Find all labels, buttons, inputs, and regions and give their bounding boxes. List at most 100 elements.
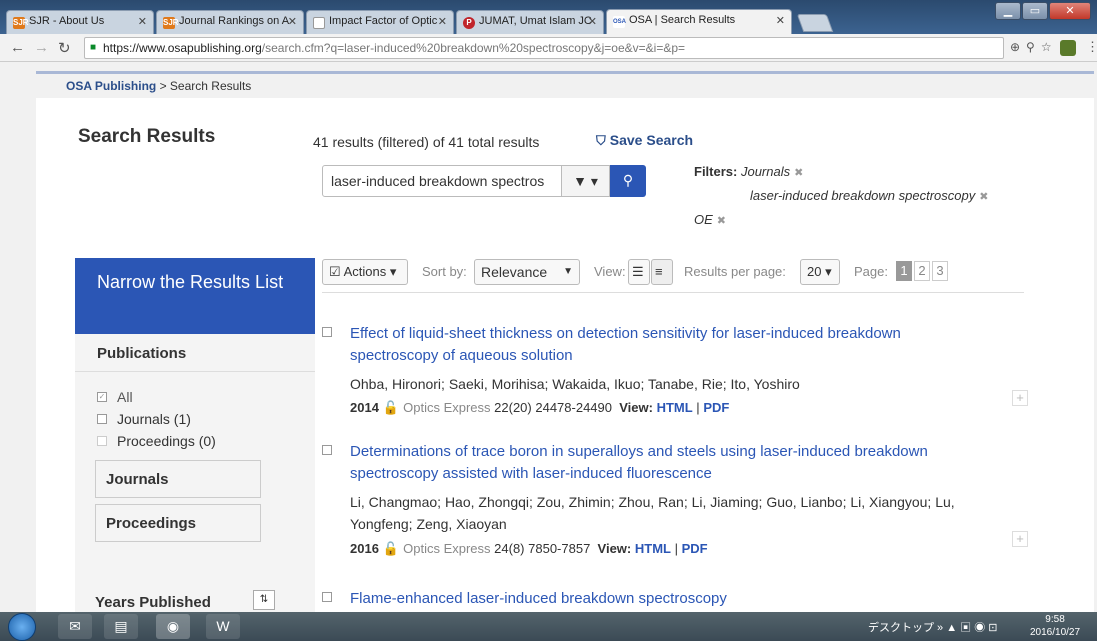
proceedings-button[interactable]: Proceedings [95, 504, 261, 542]
list-view-icon[interactable]: ☰ [628, 259, 650, 285]
minimize-icon[interactable]: ▁ [995, 2, 1021, 20]
result-journal: Optics Express [403, 541, 491, 556]
result-checkbox[interactable] [322, 445, 332, 455]
remove-filter-icon[interactable]: ✖ [794, 167, 803, 179]
option-proceedings[interactable]: Proceedings (0) [97, 430, 293, 452]
browser-tab-active[interactable]: OSA OSA | Search Results ✕ [606, 9, 792, 34]
tab-close-icon[interactable]: ✕ [776, 14, 785, 27]
breadcrumb-separator: > [156, 79, 170, 93]
per-page-select[interactable]: 20 ▾ [800, 259, 840, 285]
option-label: All [117, 389, 133, 405]
page-2-button[interactable]: 2 [914, 261, 930, 281]
tab-close-icon[interactable]: ✕ [288, 15, 297, 28]
result-title-link[interactable]: Flame-enhanced laser-induced breakdown s… [350, 588, 970, 610]
result-checkbox[interactable] [322, 327, 332, 337]
browser-tab[interactable]: SJR Journal Rankings on A ✕ [156, 10, 304, 34]
page-3-button[interactable]: 3 [932, 261, 948, 281]
journals-button[interactable]: Journals [95, 460, 261, 498]
search-input[interactable] [322, 165, 562, 197]
page-1-button[interactable]: 1 [896, 261, 912, 281]
extension-icon[interactable] [1060, 40, 1076, 56]
option-journals[interactable]: Journals (1) [97, 408, 293, 430]
years-published-heading: Years Published [95, 594, 211, 611]
tab-label: Impact Factor of Optic [329, 15, 438, 27]
tab-close-icon[interactable]: ✕ [588, 15, 597, 28]
search-button[interactable]: ⚲ [610, 165, 646, 197]
tab-close-icon[interactable]: ✕ [138, 15, 147, 28]
sort-value: Relevance [481, 264, 548, 280]
add-plus-icon[interactable]: + [1012, 531, 1028, 547]
tab-label: JUMAT, Umat Islam JC [479, 15, 592, 27]
option-all[interactable]: ✓ All [97, 386, 293, 408]
remove-filter-icon[interactable]: ✖ [979, 191, 988, 203]
add-plus-icon[interactable]: + [1012, 390, 1028, 406]
view-label: View: [594, 264, 626, 279]
checkbox-checked-icon[interactable]: ✓ [97, 392, 107, 402]
results-divider [322, 292, 1024, 293]
filter-dropdown-button[interactable]: ▼ ▾ [562, 165, 610, 197]
lock-icon: ■ [90, 42, 97, 53]
result-citation: 2016 🔓 Optics Express 24(8) 7850-7857 View… [350, 541, 708, 556]
result-title-link[interactable]: Determinations of trace boron in superal… [350, 441, 970, 485]
browser-tab[interactable]: P JUMAT, Umat Islam JC ✕ [456, 10, 604, 34]
result-title-link[interactable]: Effect of liquid-sheet thickness on dete… [350, 323, 970, 367]
compact-view-icon[interactable]: ≡ [651, 259, 673, 285]
view-label: View: [597, 541, 632, 556]
result-authors: Li, Changmao; Hao, Zhongqi; Zou, Zhimin;… [350, 494, 955, 532]
back-arrow-icon[interactable]: ← [10, 39, 25, 56]
save-search-button[interactable]: ⛉ Save Search [596, 132, 693, 149]
save-search-label: Save Search [609, 132, 694, 148]
browser-tab[interactable]: Impact Factor of Optic ✕ [306, 10, 454, 34]
reload-icon[interactable]: ↻ [58, 39, 71, 57]
breadcrumb-home-link[interactable]: OSA Publishing [66, 79, 156, 93]
tab-close-icon[interactable]: ✕ [438, 15, 447, 28]
start-button-icon[interactable] [8, 613, 36, 641]
clock[interactable]: 9:58 2016/10/27 [1030, 613, 1080, 639]
remove-filter-icon[interactable]: ✖ [717, 215, 726, 227]
browser-menu-icon[interactable]: ⋮ [1086, 39, 1097, 55]
window-controls: ▁ ▭ ✕ [994, 2, 1091, 20]
result-authors: Ohba, Hironori; Saeki, Morihisa; Wakaida… [350, 376, 800, 392]
document-favicon-icon [313, 17, 325, 29]
word-icon[interactable]: W [206, 614, 240, 639]
sort-select[interactable]: Relevance ▼ [474, 259, 580, 285]
tab-label: OSA | Search Results [629, 14, 736, 26]
browser-tabstrip: SJR SJR - About Us ✕ SJR Journal Ranking… [0, 0, 1097, 34]
sort-by-label: Sort by: [422, 264, 467, 279]
open-access-icon: 🔓 [382, 400, 400, 415]
address-bar[interactable]: ■ https://www.osapublishing.org/search.c… [84, 37, 1004, 59]
html-link[interactable]: HTML [635, 541, 671, 556]
chrome-icon[interactable]: ◉ [156, 614, 190, 639]
result-checkbox[interactable] [322, 592, 332, 602]
desktop-toolbar-label[interactable]: デスクトップ [868, 622, 934, 634]
page-label: Page: [854, 264, 888, 279]
results-count: 41 results (filtered) of 41 total result… [313, 134, 540, 150]
mail-app-icon[interactable]: ✉ [58, 614, 92, 639]
file-explorer-icon[interactable]: ▤ [104, 614, 138, 639]
osa-favicon-icon: OSA [613, 16, 626, 28]
pdf-link[interactable]: PDF [682, 541, 708, 556]
result-year: 2014 [350, 400, 379, 415]
checkbox[interactable] [97, 414, 107, 424]
url-path: /search.cfm?q=laser-induced%20breakdown%… [261, 41, 686, 55]
close-window-icon[interactable]: ✕ [1049, 2, 1091, 20]
forward-arrow-icon[interactable]: → [34, 39, 49, 56]
html-link[interactable]: HTML [657, 400, 693, 415]
top-divider [36, 71, 1094, 74]
actions-dropdown[interactable]: ☑ Actions ▾ [322, 259, 408, 285]
result-citation: 2014 🔓 Optics Express 22(20) 24478-24490 V… [350, 400, 730, 415]
browser-tab[interactable]: SJR SJR - About Us ✕ [6, 10, 154, 34]
new-tab-button[interactable] [796, 14, 834, 32]
publications-heading: Publications [75, 334, 315, 372]
checkbox[interactable] [97, 436, 107, 446]
system-tray: デスクトップ » ▲ ▣ ◉ ⊡ [868, 622, 998, 634]
open-access-icon: 🔓 [382, 541, 400, 556]
sort-toggle-icon[interactable]: ⇅ [253, 590, 275, 610]
maximize-icon[interactable]: ▭ [1022, 2, 1048, 20]
zoom-key-star-icons[interactable]: ⊕⚲☆ [1010, 40, 1058, 54]
tab-label: Journal Rankings on A [179, 15, 290, 27]
bookmark-star-icon: ⛉ [596, 133, 606, 148]
pdf-link[interactable]: PDF [703, 400, 729, 415]
sjr-favicon-icon: SJR [13, 17, 29, 29]
pinterest-favicon-icon: P [463, 17, 475, 29]
